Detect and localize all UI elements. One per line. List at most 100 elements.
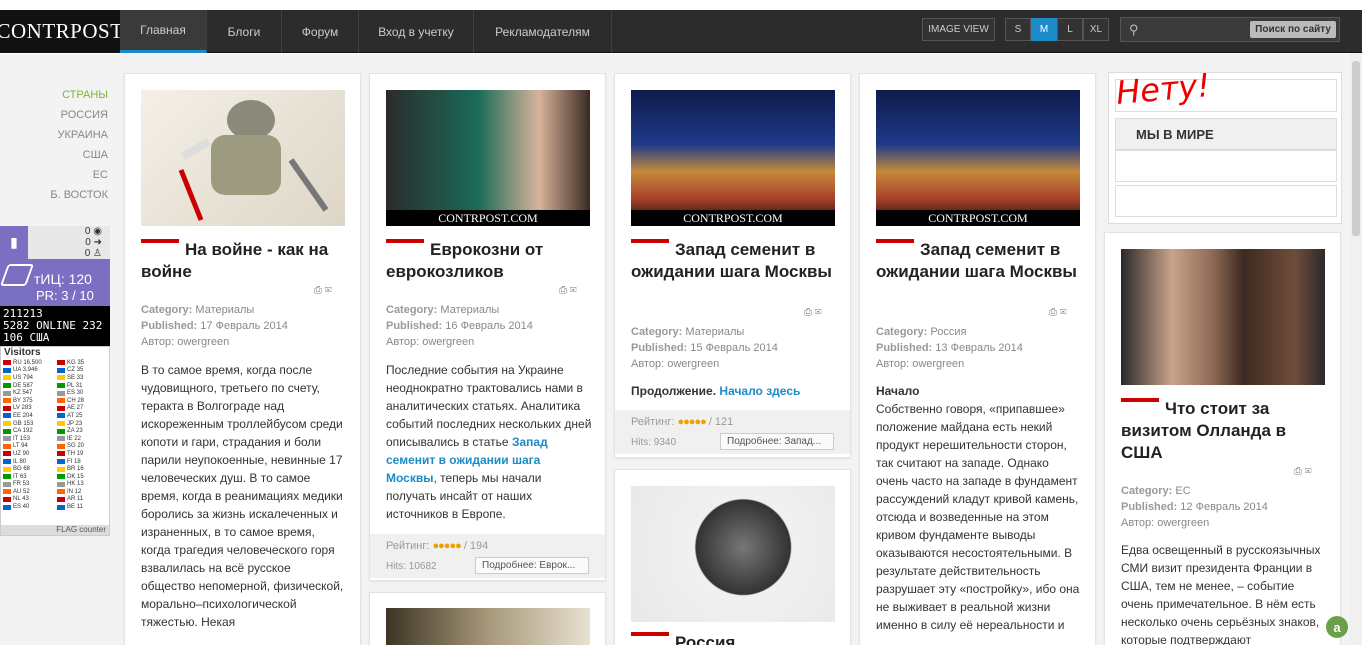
size-l-button[interactable]: L: [1057, 18, 1083, 41]
flag-count: LT 94: [13, 443, 28, 450]
flag-icon: [3, 398, 11, 404]
flags-column-left: RU 16,500 UA 3,946 US 794 DE 587 KZ 547 BY 37…: [3, 359, 56, 511]
print-icon[interactable]: ⎙: [314, 285, 322, 296]
flag-row: HK 13: [57, 481, 110, 489]
print-icon[interactable]: ⎙: [559, 285, 567, 296]
email-icon[interactable]: ✉: [1060, 307, 1067, 318]
article-meta-5: Category: ЕС Published: 12 Февраль 2014 …: [1121, 483, 1331, 531]
flag-count: IE 22: [67, 435, 82, 442]
flag-row: PL 31: [57, 382, 110, 390]
flag-count: AE 27: [67, 405, 84, 412]
email-icon[interactable]: ✉: [1305, 466, 1312, 477]
scrollbar[interactable]: [1350, 53, 1362, 645]
flag-row: UA 3,946: [3, 367, 56, 375]
nav-advertisers[interactable]: Рекламодателям: [474, 10, 612, 53]
category-label: Category:: [1121, 485, 1173, 497]
nav-home[interactable]: Главная: [120, 10, 207, 53]
image-view-button[interactable]: IMAGE VIEW: [922, 18, 995, 41]
article-title-5[interactable]: Что стоит за визитом Олланда в США: [1121, 397, 1331, 464]
search-box[interactable]: ⚲ Поиск по сайту: [1120, 17, 1340, 42]
print-icon[interactable]: ⎙: [804, 307, 812, 318]
print-email-icons[interactable]: ⎙ ✉: [1294, 466, 1312, 477]
article-card-6: [369, 592, 606, 645]
article-image-statue[interactable]: [631, 486, 835, 622]
flag-row: LV 283: [3, 405, 56, 413]
logo-text: CONTRPOST: [0, 19, 124, 43]
email-icon[interactable]: ✉: [815, 307, 822, 318]
category-value[interactable]: Материалы: [195, 304, 254, 316]
size-xl-button[interactable]: XL: [1083, 18, 1109, 41]
email-icon[interactable]: ✉: [325, 285, 332, 296]
continue-link[interactable]: Начало здесь: [719, 384, 800, 398]
flag-counter-widget[interactable]: Visitors RU 16,500 UA 3,946 US 794 DE 587 KZ…: [0, 346, 110, 536]
article-title-2[interactable]: Еврокозни от еврокозликов: [386, 238, 596, 283]
menu-countries[interactable]: СТРАНЫ: [40, 85, 108, 105]
flag-icon: [57, 481, 65, 487]
print-email-icons[interactable]: ⎙ ✉: [314, 285, 332, 296]
nav-login[interactable]: Вход в учетку: [359, 10, 474, 53]
article-image-kremlin[interactable]: CONTRPOST.COM: [876, 90, 1080, 226]
article-body-3: Продолжение. Начало здесь: [631, 382, 839, 400]
read-more-button[interactable]: Подробнее: Запад...: [720, 433, 834, 450]
size-m-button[interactable]: M: [1031, 18, 1057, 41]
flag-icon: [57, 504, 65, 510]
widget-box-bottom: [1115, 185, 1337, 217]
search-button[interactable]: Поиск по сайту: [1250, 21, 1336, 38]
print-icon[interactable]: ⎙: [1294, 466, 1302, 477]
category-value[interactable]: Материалы: [685, 326, 744, 338]
print-email-icons[interactable]: ⎙ ✉: [559, 285, 577, 296]
flag-row: ES 40: [3, 503, 56, 511]
print-email-icons[interactable]: ⎙ ✉: [1049, 307, 1067, 318]
article-title-3[interactable]: Запад семенит в ожидании шага Москвы: [631, 238, 841, 283]
print-email-icons[interactable]: ⎙ ✉: [804, 307, 822, 318]
article-card-5: Что стоит за визитом Олланда в США ⎙ ✉ C…: [1104, 232, 1341, 645]
menu-eu[interactable]: ЕС: [40, 165, 108, 185]
flag-icon: [3, 496, 11, 502]
online-counter[interactable]: 211213 5282 ONLINE 232 106 США: [0, 306, 110, 346]
flag-row: IT 153: [3, 435, 56, 443]
read-more-button[interactable]: Подробнее: Еврок...: [475, 557, 589, 574]
article-card-4: CONTRPOST.COM Запад семенит в ожидании ш…: [859, 73, 1096, 645]
flag-count: TH 19: [67, 450, 84, 457]
category-value[interactable]: ЕС: [1175, 485, 1190, 497]
menu-ukraine[interactable]: УКРАИНА: [40, 125, 108, 145]
article-image-green-face[interactable]: CONTRPOST.COM: [386, 90, 590, 226]
adguard-icon[interactable]: a: [1326, 616, 1348, 638]
flag-count: HK 13: [67, 481, 84, 488]
flag-icon: [3, 466, 11, 472]
article-image-soldier[interactable]: [141, 90, 345, 226]
title-accent-bar: [631, 238, 669, 243]
category-value[interactable]: Материалы: [440, 304, 499, 316]
nav-blogs[interactable]: Блоги: [207, 10, 282, 53]
rating-block-2: Рейтинг: ●●●●● / 194 Hits: 10682 Подробн…: [370, 534, 605, 578]
rating-stars[interactable]: ●●●●●: [433, 540, 462, 552]
article-title-7[interactable]: Россия: [631, 631, 841, 645]
print-icon[interactable]: ⎙: [1049, 307, 1057, 318]
flag-row: DE 587: [3, 382, 56, 390]
email-icon[interactable]: ✉: [570, 285, 577, 296]
article-title-1[interactable]: На войне - как на войне: [141, 238, 351, 283]
menu-usa[interactable]: США: [40, 145, 108, 165]
article-image-kremlin[interactable]: CONTRPOST.COM: [631, 90, 835, 226]
menu-russia[interactable]: РОССИЯ: [40, 105, 108, 125]
rating-stars[interactable]: ●●●●●: [678, 416, 707, 428]
top-navigation: CONTRPOST Главная Блоги Форум Вход в уче…: [0, 10, 1362, 53]
category-value[interactable]: Россия: [930, 326, 966, 338]
size-s-button[interactable]: S: [1005, 18, 1031, 41]
flag-count: CZ 35: [67, 367, 84, 374]
site-logo[interactable]: CONTRPOST: [0, 10, 123, 53]
scrollbar-thumb[interactable]: [1352, 61, 1360, 236]
stat-users: 0: [84, 248, 91, 259]
flag-count: LV 283: [13, 405, 32, 412]
flag-icon: [57, 405, 65, 411]
menu-middle-east[interactable]: Б. ВОСТОК: [40, 185, 108, 205]
flag-row: KG 35: [57, 359, 110, 367]
article-image-syringe[interactable]: [386, 608, 590, 645]
flag-count: IL 80: [13, 458, 27, 465]
author-label: Автор:: [141, 336, 175, 348]
body-text-pre: Последние события на Украине неоднократн…: [386, 363, 592, 449]
flag-icon: [3, 504, 11, 510]
article-image-hollande-obama[interactable]: [1121, 249, 1325, 385]
article-title-4[interactable]: Запад семенит в ожидании шага Москвы: [876, 238, 1086, 283]
nav-forum[interactable]: Форум: [282, 10, 359, 53]
